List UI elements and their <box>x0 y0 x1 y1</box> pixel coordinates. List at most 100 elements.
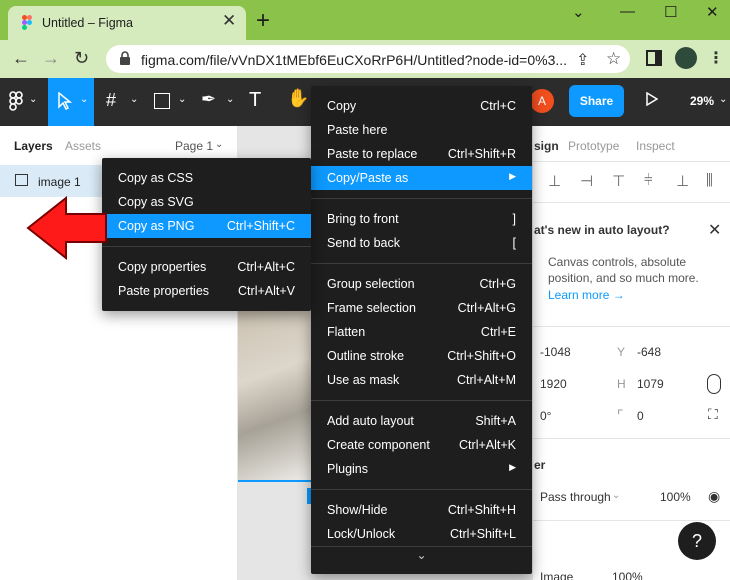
canvas-image[interactable] <box>238 302 314 480</box>
menu-item-paste-properties[interactable]: Paste properties Ctrl+Alt+V <box>102 279 311 303</box>
menu-item-label: Show/Hide <box>327 503 388 517</box>
learn-more-link[interactable]: Learn more → <box>548 288 625 302</box>
divider <box>532 438 730 439</box>
menu-scroll-more-icon[interactable]: ⌄ <box>311 548 532 562</box>
eye-icon[interactable]: ◉ <box>708 488 720 505</box>
chevron-down-icon[interactable]: ⌄ <box>178 94 186 105</box>
tab-assets[interactable]: Assets <box>65 139 101 153</box>
menu-item-frame-selection[interactable]: Frame selection Ctrl+Alt+G <box>311 296 532 320</box>
menu-item-shortcut: [ <box>512 236 516 250</box>
chevron-down-icon[interactable]: ⌄ <box>719 94 727 105</box>
menu-item-label: Lock/Unlock <box>327 527 396 541</box>
url-text[interactable]: figma.com/file/vVnDX1tMEbf6EuCXoRrP6H/Un… <box>141 52 573 68</box>
align-top-icon[interactable]: ⊤ <box>612 172 625 190</box>
zoom-level[interactable]: 29% <box>690 94 714 108</box>
blend-mode-select[interactable]: Pass through <box>540 490 611 504</box>
menu-item-send-to-back[interactable]: Send to back [ <box>311 231 532 255</box>
h-label: H <box>617 377 626 391</box>
menu-item-shortcut: Ctrl+Alt+M <box>456 373 516 387</box>
menu-item-copy-as-svg[interactable]: Copy as SVG <box>102 190 311 214</box>
chevron-down-icon[interactable]: ⌄ <box>612 490 620 501</box>
shape-tool-icon[interactable] <box>154 93 170 109</box>
maximize-icon[interactable]: ☐ <box>664 3 677 21</box>
fill-opacity[interactable]: 100% <box>612 570 643 580</box>
menu-item-lock-unlock[interactable]: Lock/Unlock Ctrl+Shift+L <box>311 522 532 546</box>
menu-item-show-hide[interactable]: Show/Hide Ctrl+Shift+H <box>311 498 532 522</box>
distribute-icon[interactable]: ⫼ <box>706 172 713 189</box>
tab-layers[interactable]: Layers <box>14 139 53 153</box>
menu-item-copy[interactable]: Copy Ctrl+C <box>311 94 532 118</box>
profile-avatar[interactable] <box>675 47 697 69</box>
chevron-down-icon[interactable]: ⌄ <box>80 94 88 105</box>
menu-separator <box>311 546 532 547</box>
menu-item-paste-to-replace[interactable]: Paste to replace Ctrl+Shift+R <box>311 142 532 166</box>
independent-corners-icon[interactable]: ⛶ <box>708 406 718 423</box>
tab-close-icon[interactable]: ✕ <box>222 11 236 31</box>
menu-item-outline-stroke[interactable]: Outline stroke Ctrl+Shift+O <box>311 344 532 368</box>
close-icon[interactable]: ✕ <box>708 220 721 240</box>
menu-item-add-auto-layout[interactable]: Add auto layout Shift+A <box>311 409 532 433</box>
chevron-down-icon[interactable]: ⌄ <box>572 3 585 21</box>
menu-item-bring-to-front[interactable]: Bring to front] <box>311 207 532 231</box>
share-button[interactable]: Share <box>569 85 624 117</box>
chevron-down-icon[interactable]: ⌄ <box>130 94 138 105</box>
text-tool-icon[interactable]: T <box>249 89 261 112</box>
window-close-icon[interactable]: ✕ <box>706 3 719 21</box>
back-icon[interactable]: ← <box>12 48 30 69</box>
menu-item-shortcut: Ctrl+Shift+O <box>447 349 516 363</box>
avatar[interactable]: A <box>530 89 554 113</box>
menu-item-copy-as-png[interactable]: Copy as PNG Ctrl+Shift+C <box>102 214 311 238</box>
menu-separator <box>311 400 532 401</box>
menu-item-shortcut: Ctrl+Shift+L <box>449 527 516 541</box>
menu-item-paste-here[interactable]: Paste here <box>311 118 532 142</box>
chevron-down-icon[interactable]: ⌄ <box>215 139 223 150</box>
pen-tool-icon[interactable]: ✒ <box>201 89 216 110</box>
h-value[interactable]: 1079 <box>637 377 664 391</box>
x-value[interactable]: -1048 <box>540 345 571 359</box>
menu-item-label: Copy as PNG <box>118 219 195 233</box>
more-menu-icon[interactable]: ⋮ <box>708 48 724 68</box>
bookmark-star-icon[interactable]: ☆ <box>606 49 621 69</box>
layer-name[interactable]: image 1 <box>38 175 81 189</box>
figma-menu-icon[interactable] <box>9 91 23 116</box>
radius-value[interactable]: 0 <box>637 409 644 423</box>
menu-item-label: Copy <box>327 99 357 113</box>
tab-design[interactable]: sign <box>534 139 559 153</box>
rotation-value[interactable]: 0° <box>540 409 551 423</box>
tab-prototype[interactable]: Prototype <box>568 139 619 153</box>
menu-item-plugins[interactable]: Plugins ▶ <box>311 457 532 481</box>
menu-item-shortcut: ] <box>512 212 516 226</box>
play-icon[interactable] <box>646 91 659 109</box>
page-selector[interactable]: Page 1 <box>175 139 213 153</box>
hand-tool-icon[interactable]: ✋ <box>287 88 309 109</box>
share-page-icon[interactable]: ⇪ <box>576 50 589 70</box>
align-center-h-icon[interactable]: ⊥ <box>548 172 561 190</box>
tab-inspect[interactable]: Inspect <box>636 139 675 153</box>
opacity-value[interactable]: 100% <box>660 490 691 504</box>
align-middle-icon[interactable]: ⫩ <box>644 172 653 189</box>
y-value[interactable]: -648 <box>637 345 661 359</box>
minimize-icon[interactable]: — <box>620 3 635 20</box>
chevron-down-icon[interactable]: ⌄ <box>226 94 234 105</box>
sidepanel-icon[interactable] <box>646 50 662 66</box>
new-tab-icon[interactable]: + <box>256 7 270 35</box>
constrain-proportions-icon[interactable] <box>707 374 721 394</box>
frame-tool-icon[interactable]: # <box>106 90 116 111</box>
menu-item-copy-paste-as[interactable]: Copy/Paste as ▶ <box>311 166 532 190</box>
menu-item-flatten[interactable]: Flatten Ctrl+E <box>311 320 532 344</box>
menu-item-use-as-mask[interactable]: Use as mask Ctrl+Alt+M <box>311 368 532 392</box>
cursor-arrow-icon <box>58 91 73 113</box>
chevron-down-icon[interactable]: ⌄ <box>29 94 37 105</box>
align-right-icon[interactable]: ⊣ <box>580 172 593 190</box>
help-button[interactable]: ? <box>678 522 716 560</box>
red-pointer-arrow-icon <box>26 195 108 263</box>
forward-icon[interactable]: → <box>42 48 60 69</box>
menu-item-group-selection[interactable]: Group selection Ctrl+G <box>311 272 532 296</box>
align-bottom-icon[interactable]: ⊥ <box>676 172 689 190</box>
menu-item-create-component[interactable]: Create component Ctrl+Alt+K <box>311 433 532 457</box>
reload-icon[interactable]: ↻ <box>74 48 89 69</box>
w-value[interactable]: 1920 <box>540 377 567 391</box>
menu-item-label: Flatten <box>327 325 366 339</box>
menu-item-copy-properties[interactable]: Copy properties Ctrl+Alt+C <box>102 255 311 279</box>
menu-item-copy-as-css[interactable]: Copy as CSS <box>102 166 311 190</box>
